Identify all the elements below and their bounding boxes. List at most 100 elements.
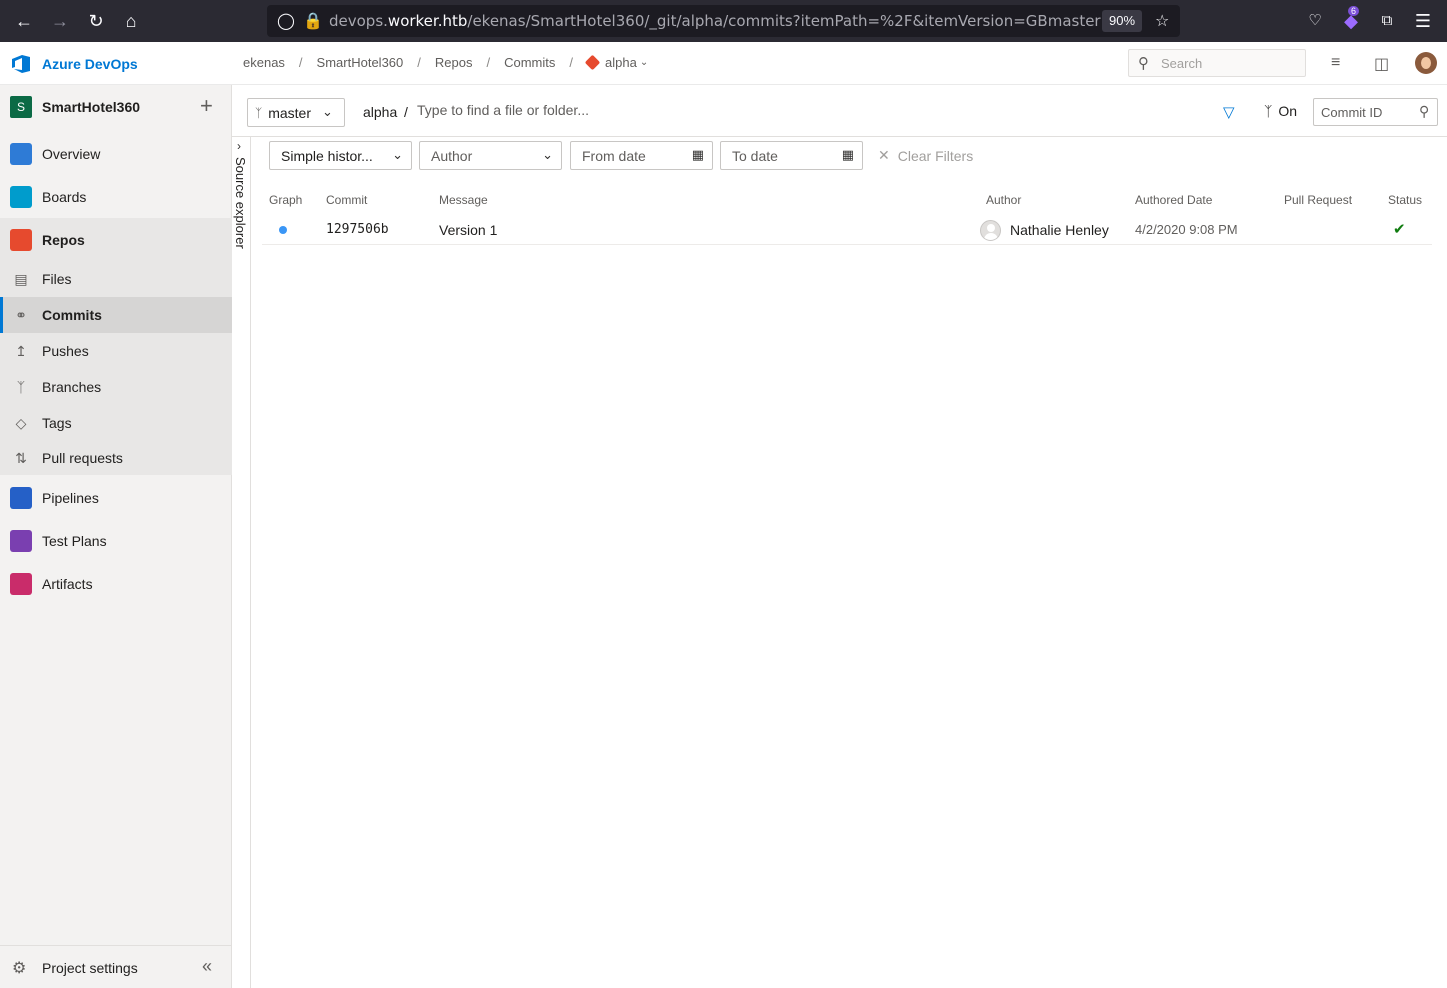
sidebar-item-label: Artifacts <box>42 576 93 592</box>
gear-icon: ⚙ <box>12 960 27 977</box>
forward-icon[interactable]: → <box>48 9 72 33</box>
filter-icon[interactable]: ▽ <box>1223 103 1235 121</box>
author-avatar-icon <box>980 220 1001 241</box>
home-icon[interactable]: ⌂ <box>119 9 143 33</box>
path-search-input[interactable] <box>417 102 917 118</box>
project-header[interactable]: S SmartHotel360 <box>10 96 140 118</box>
shield-icon[interactable]: ◯ <box>277 11 295 31</box>
breadcrumb-repo-picker[interactable]: alpha ⌄ <box>584 54 648 71</box>
sidebar-subitem-branches[interactable]: ᛉ Branches <box>0 369 232 405</box>
commit-id-link[interactable]: 1297506b <box>326 222 389 237</box>
marketplace-bag-icon[interactable]: ◫ <box>1374 54 1389 74</box>
from-date-field[interactable]: From date ▦ <box>570 141 713 170</box>
column-header-authored-date: Authored Date <box>1135 193 1213 207</box>
history-mode-value: Simple histor... <box>281 148 373 164</box>
commit-id-search[interactable]: ⚲ <box>1313 98 1438 126</box>
file-icon: ▤ <box>14 270 28 287</box>
to-date-field[interactable]: To date ▦ <box>720 141 863 170</box>
sidebar-subitem-label: Tags <box>42 415 72 431</box>
breadcrumb-separator: / <box>569 55 573 70</box>
collapse-sidebar-icon[interactable]: « <box>202 956 212 977</box>
search-icon[interactable]: ⚲ <box>1419 103 1429 120</box>
status-success-check-icon[interactable]: ✔ <box>1393 220 1406 238</box>
column-header-commit: Commit <box>326 193 368 207</box>
repos-icon <box>10 229 32 251</box>
sidebar-item-label: Test Plans <box>42 533 107 549</box>
source-explorer-label: Source explorer <box>233 157 248 249</box>
left-navigation: S SmartHotel360 + Overview Boards Repos … <box>0 85 232 988</box>
project-settings-label: Project settings <box>42 960 138 976</box>
clear-filters-label: Clear Filters <box>897 147 974 164</box>
commit-icon: ⚭ <box>15 306 27 323</box>
chevron-right-icon: › <box>237 139 241 153</box>
column-header-status: Status <box>1388 193 1423 207</box>
artifacts-icon <box>10 573 32 595</box>
work-items-icon[interactable]: ≡ <box>1331 54 1340 72</box>
column-header-message: Message <box>439 193 488 207</box>
breadcrumb-project[interactable]: SmartHotel360 <box>317 55 404 70</box>
boards-icon <box>10 186 32 208</box>
column-header-pull-request: Pull Request <box>1284 193 1353 207</box>
menu-icon[interactable]: ☰ <box>1411 9 1435 33</box>
search-icon: ⚲ <box>1138 55 1149 72</box>
commit-id-input[interactable] <box>1321 105 1416 120</box>
project-settings[interactable]: ⚙ Project settings « <box>0 945 232 988</box>
zoom-level[interactable]: 90% <box>1102 10 1142 32</box>
breadcrumb-org[interactable]: ekenas <box>243 55 285 70</box>
browser-toolbar: ← → ↻ ⌂ ◯ 🔒 devops.worker.htb/ekenas/Sma… <box>0 0 1447 42</box>
branch-icon: ᛉ <box>16 379 26 395</box>
breadcrumb-repos[interactable]: Repos <box>435 55 473 70</box>
sidebar-subitem-pull-requests[interactable]: ⇅ Pull requests <box>0 440 232 476</box>
graph-node-icon <box>279 226 287 234</box>
graph-toggle-label: On <box>1278 103 1298 119</box>
sidebar-item-pipelines[interactable]: Pipelines <box>0 478 232 518</box>
git-repo-icon <box>584 54 601 71</box>
app-header: Azure DevOps ekenas / SmartHotel360 / Re… <box>0 42 1447 85</box>
brand[interactable]: Azure DevOps <box>10 53 138 75</box>
user-avatar[interactable] <box>1415 52 1437 74</box>
clear-filters-button[interactable]: ✕ Clear Filters <box>878 147 973 164</box>
sidebar-item-artifacts[interactable]: Artifacts <box>0 564 232 604</box>
calendar-icon[interactable]: ▦ <box>842 147 854 163</box>
path-repo-name[interactable]: alpha <box>363 104 397 120</box>
sidebar-item-overview[interactable]: Overview <box>0 134 232 174</box>
column-header-graph: Graph <box>269 193 303 207</box>
lock-icon[interactable]: 🔒 <box>303 11 323 31</box>
push-icon: ↥ <box>15 342 27 359</box>
author-filter-placeholder: Author <box>431 148 473 164</box>
sidebar-subitem-label: Files <box>42 271 72 287</box>
tag-icon: ◇ <box>15 414 27 431</box>
breadcrumb-commits[interactable]: Commits <box>504 55 555 70</box>
add-icon[interactable]: + <box>200 93 213 119</box>
table-row[interactable]: 1297506b Version 1 Nathalie Henley 4/2/2… <box>262 215 1432 245</box>
sidebar-subitem-label: Branches <box>42 379 102 395</box>
sidebar-subitem-tags[interactable]: ◇ Tags <box>0 405 232 441</box>
reload-icon[interactable]: ↻ <box>84 9 108 33</box>
brand-name: Azure DevOps <box>42 56 138 72</box>
sidebar-subitem-files[interactable]: ▤ Files <box>0 261 232 297</box>
bookmark-star-icon[interactable]: ☆ <box>1155 11 1169 31</box>
extensions-puzzle-icon[interactable]: ⧉ <box>1375 9 1399 33</box>
url-text[interactable]: devops.worker.htb/ekenas/SmartHotel360/_… <box>329 12 1101 30</box>
pocket-icon[interactable]: ♡ <box>1303 9 1327 33</box>
sidebar-subitem-pushes[interactable]: ↥ Pushes <box>0 333 232 369</box>
author-filter-dropdown[interactable]: Author ⌄ <box>419 141 562 170</box>
back-icon[interactable]: ← <box>12 9 36 33</box>
search-placeholder: Search <box>1161 56 1203 71</box>
history-mode-dropdown[interactable]: Simple histor... ⌄ <box>269 141 412 170</box>
sidebar-item-label: Overview <box>42 146 101 162</box>
sidebar-item-repos[interactable]: Repos <box>0 220 232 260</box>
from-date-placeholder: From date <box>582 148 646 164</box>
commit-message[interactable]: Version 1 <box>439 222 497 238</box>
breadcrumb-separator: / <box>417 55 421 70</box>
sidebar-item-label: Boards <box>42 189 87 205</box>
address-bar[interactable]: ◯ 🔒 devops.worker.htb/ekenas/SmartHotel3… <box>267 5 1180 37</box>
source-explorer-toggle[interactable]: › Source explorer <box>232 137 251 988</box>
search-input[interactable]: ⚲ Search <box>1128 49 1306 77</box>
calendar-icon[interactable]: ▦ <box>692 147 704 163</box>
sidebar-subitem-commits[interactable]: ⚭ Commits <box>0 297 232 333</box>
sidebar-item-test-plans[interactable]: Test Plans <box>0 521 232 561</box>
graph-toggle[interactable]: ᛉ On <box>1264 103 1297 119</box>
branch-selector[interactable]: ᛉ master ⌄ <box>247 98 345 127</box>
sidebar-item-boards[interactable]: Boards <box>0 177 232 217</box>
